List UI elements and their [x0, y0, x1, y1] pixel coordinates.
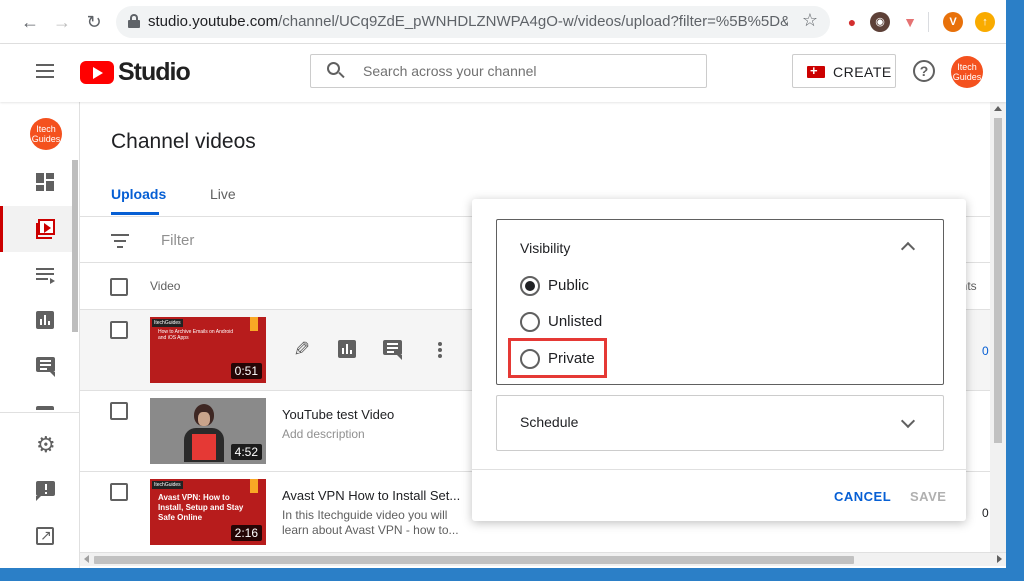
filter-icon[interactable] [111, 234, 129, 248]
sidebar-item-comments[interactable] [0, 344, 72, 390]
bookmark-star-icon[interactable]: ☆ [802, 10, 818, 31]
analytics-icon [36, 311, 54, 329]
row-checkbox[interactable] [110, 321, 128, 339]
youtube-play-icon [80, 61, 114, 84]
horizontal-scrollbar[interactable] [80, 552, 1006, 566]
radio-button[interactable] [520, 276, 540, 296]
radio-button[interactable] [520, 312, 540, 332]
duration-badge: 0:51 [230, 363, 262, 379]
analytics-icon[interactable] [338, 340, 356, 358]
duration-badge: 4:52 [230, 444, 262, 460]
highlight-annotation [508, 338, 607, 378]
sidebar-scrollbar[interactable] [72, 160, 78, 332]
gear-icon: ⚙ [36, 432, 56, 457]
menu-icon[interactable] [36, 64, 54, 78]
edit-pencil-icon[interactable]: ✎ [290, 339, 310, 361]
studio-header: Studio CREATE ? Itech Guides [0, 44, 1006, 102]
extension-icon[interactable]: ◉ [870, 12, 890, 32]
dialog-divider [472, 469, 966, 470]
exit-classic-icon [36, 527, 54, 545]
tab-live[interactable]: Live [210, 186, 236, 202]
update-icon[interactable]: ↑ [975, 12, 995, 32]
person-image [184, 404, 224, 462]
page-title: Channel videos [111, 130, 256, 153]
save-button[interactable]: SAVE [910, 489, 946, 504]
sidebar-item-creator-studio-classic[interactable] [0, 514, 72, 560]
back-arrow-icon[interactable]: ← [18, 10, 42, 34]
sidebar-divider [0, 412, 80, 413]
chevron-up-icon[interactable] [900, 241, 916, 257]
videos-icon [36, 219, 56, 239]
column-header-video[interactable]: Video [150, 279, 180, 293]
video-description[interactable]: In this Itechguide video you will learn … [282, 508, 472, 538]
create-video-icon [807, 63, 825, 78]
account-avatar[interactable]: Itech Guides [951, 56, 983, 88]
forward-arrow-icon[interactable]: → [50, 10, 74, 34]
dashboard-icon [36, 173, 56, 193]
comment-count: 0 [982, 506, 989, 520]
video-thumbnail[interactable]: ItechGuides How to Archive Emails on And… [150, 317, 266, 383]
feedback-icon [36, 481, 55, 501]
comments-icon [36, 357, 55, 377]
video-title[interactable]: YouTube test Video [282, 407, 394, 422]
playlist-icon [36, 265, 56, 285]
sidebar-item-analytics[interactable] [0, 298, 72, 344]
sidebar-item-feedback[interactable] [0, 468, 72, 514]
reload-icon[interactable]: ↻ [82, 10, 106, 34]
sidebar-item-subtitles[interactable] [0, 390, 72, 410]
schedule-section[interactable]: Schedule [496, 395, 944, 451]
schedule-title: Schedule [520, 414, 579, 430]
search-icon [327, 62, 345, 80]
search-box[interactable] [310, 54, 707, 88]
search-input[interactable] [363, 55, 693, 87]
app-window: ← → ↻ studio.youtube.com/channel/UCq9ZdE… [0, 0, 1006, 568]
channel-avatar[interactable]: Itech Guides [30, 118, 62, 150]
sidebar-item-videos[interactable] [0, 206, 72, 252]
lock-icon [128, 14, 140, 28]
vertical-scrollbar[interactable] [990, 102, 1006, 552]
sidebar-item-playlists[interactable] [0, 252, 72, 298]
duration-badge: 2:16 [230, 525, 262, 541]
url-text: studio.youtube.com/channel/UCq9ZdE_pWNHD… [148, 13, 788, 30]
filter-input[interactable]: Filter [161, 232, 194, 249]
profile-avatar[interactable]: V [943, 12, 963, 32]
create-button[interactable]: CREATE [792, 54, 896, 88]
toolbar-divider [928, 12, 929, 32]
comment-count[interactable]: 0 [982, 344, 989, 358]
flag-decoration [250, 317, 258, 331]
sidebar-item-dashboard[interactable] [0, 160, 72, 206]
row-checkbox[interactable] [110, 402, 128, 420]
chevron-down-icon[interactable] [900, 413, 916, 429]
video-description[interactable]: Add description [282, 427, 472, 442]
cancel-button[interactable]: CANCEL [834, 489, 891, 504]
more-options-icon[interactable] [430, 340, 450, 360]
visibility-title[interactable]: Visibility [520, 240, 570, 256]
select-all-checkbox[interactable] [110, 278, 128, 296]
sidebar: Itech Guides ⚙ ↗ [0, 102, 80, 568]
video-thumbnail[interactable]: ItechGuides Avast VPN: How to Install, S… [150, 479, 266, 545]
row-checkbox[interactable] [110, 483, 128, 501]
video-title[interactable]: Avast VPN How to Install Set... [282, 488, 460, 503]
address-bar[interactable]: studio.youtube.com/channel/UCq9ZdE_pWNHD… [116, 6, 830, 38]
subtitles-icon [36, 406, 54, 410]
browser-toolbar: ← → ↻ studio.youtube.com/channel/UCq9ZdE… [0, 0, 1006, 44]
extension-shield-icon[interactable]: ▼ [900, 12, 920, 32]
comments-icon[interactable] [383, 340, 402, 360]
help-icon[interactable]: ? [913, 60, 935, 82]
extension-icon[interactable]: ● [842, 12, 862, 32]
flag-decoration [250, 479, 258, 493]
video-thumbnail[interactable]: 4:52 [150, 398, 266, 464]
sidebar-item-settings[interactable]: ⚙ [0, 422, 72, 468]
tab-uploads[interactable]: Uploads [111, 186, 166, 215]
